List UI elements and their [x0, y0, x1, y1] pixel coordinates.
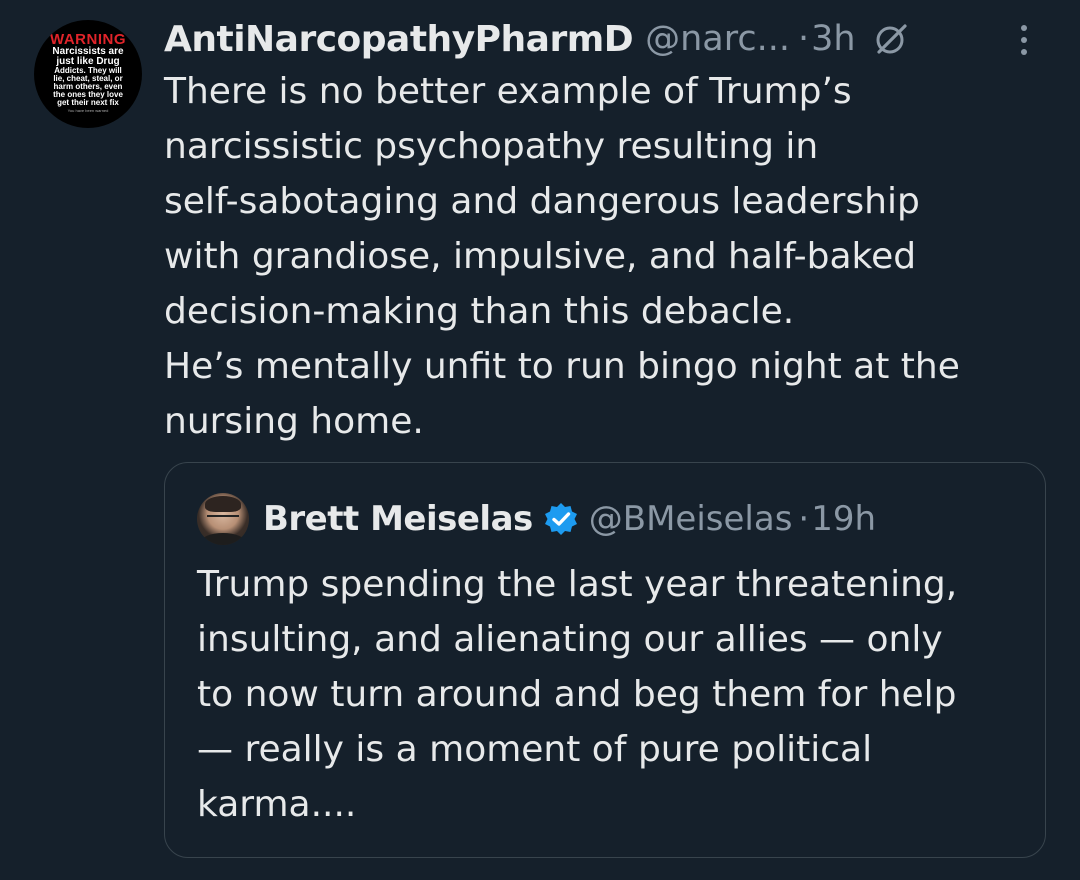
timestamp[interactable]: 3h: [811, 19, 855, 59]
quoted-text-line: Trump spending the last year threatening…: [197, 564, 958, 605]
tweet-text-line: narcissistic psychopathy resulting in: [164, 126, 819, 167]
tweet-text-line: There is no better example of Trump’s: [164, 71, 852, 112]
separator-dot: ·: [798, 499, 810, 539]
tweet-text-line: decision-making than this debacle.: [164, 291, 795, 332]
quoted-text-line: — really is a moment of pure political: [197, 729, 873, 770]
author-name[interactable]: AntiNarcopathyPharmD: [164, 19, 634, 60]
quoted-text-line: insulting, and alienating our allies — o…: [197, 619, 943, 660]
avatar-line: You have been warned: [67, 107, 109, 113]
quoted-tweet-text: Trump spending the last year threatening…: [197, 557, 1037, 832]
quoted-author-name[interactable]: Brett Meiselas: [263, 499, 533, 539]
separator-dot: ·: [797, 19, 810, 59]
avatar-line: get their next fix: [57, 97, 119, 107]
avatar-line: Narcissists are: [52, 45, 124, 57]
quoted-tweet-card[interactable]: Brett Meiselas @BMeiselas · 19h Trump sp…: [164, 462, 1046, 858]
tweet-text: There is no better example of Trump’s na…: [164, 64, 1044, 449]
quoted-text-line: karma....: [197, 784, 357, 825]
quoted-text-line: to now turn around and beg them for help: [197, 674, 957, 715]
author-avatar[interactable]: WARNING Narcissists are just like Drug A…: [34, 20, 142, 128]
author-handle[interactable]: @narc...: [645, 19, 790, 59]
quoted-author-avatar[interactable]: [197, 493, 249, 545]
quoted-author-handle[interactable]: @BMeiselas: [589, 499, 793, 539]
tweet-text-line: nursing home.: [164, 401, 424, 442]
tweet-header: AntiNarcopathyPharmD @narc... · 3h: [164, 14, 908, 64]
quoted-timestamp[interactable]: 19h: [811, 499, 876, 539]
quoted-tweet-header: Brett Meiselas @BMeiselas · 19h: [197, 491, 876, 547]
tweet-text-line: self-sabotaging and dangerous leadership: [164, 181, 920, 222]
avatar-line: just like Drug: [56, 55, 120, 67]
more-icon[interactable]: [1014, 22, 1034, 58]
tweet-text-line: with grandiose, impulsive, and half-bake…: [164, 236, 917, 277]
verified-badge-icon: [544, 503, 577, 535]
tweet-text-line: He’s mentally unfit to run bingo night a…: [164, 346, 960, 387]
grok-icon[interactable]: [874, 22, 908, 56]
avatar-warning-text: WARNING: [50, 30, 126, 48]
